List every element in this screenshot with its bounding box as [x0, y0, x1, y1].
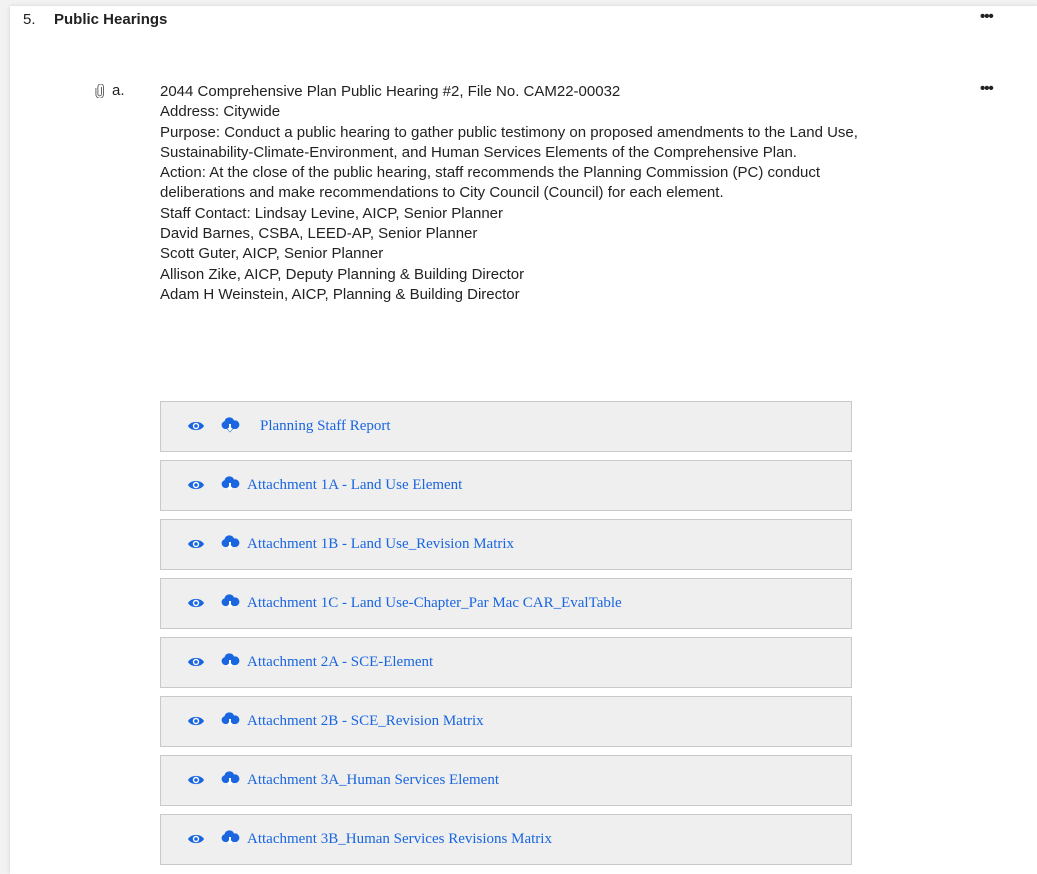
eye-icon[interactable] [187, 832, 205, 846]
cloud-download-icon[interactable] [220, 771, 240, 789]
cloud-download-icon[interactable] [220, 830, 240, 848]
staff-contact: Allison Zike, AICP, Deputy Planning & Bu… [160, 265, 525, 283]
item-action: Action: At the close of the public heari… [160, 164, 821, 202]
eye-icon[interactable] [187, 596, 205, 610]
eye-icon[interactable] [187, 714, 205, 728]
item-address: Address: Citywide [160, 103, 281, 121]
cloud-download-icon[interactable] [220, 476, 240, 494]
staff-contact: Adam H Weinstein, AICP, Planning & Build… [160, 285, 520, 303]
attachment-link[interactable]: Planning Staff Report [260, 418, 391, 435]
cloud-download-icon[interactable] [220, 653, 240, 671]
section-header: 5. Public Hearings [10, 8, 1037, 32]
attachment-row[interactable]: Attachment 1A - Land Use Element [160, 460, 852, 511]
attachment-link[interactable]: Attachment 2B - SCE_Revision Matrix [247, 713, 484, 730]
attachment-link[interactable]: Attachment 1C - Land Use-Chapter_Par Mac… [247, 595, 622, 612]
staff-contact: Scott Guter, AICP, Senior Planner [160, 245, 384, 263]
item-purpose: Purpose: Conduct a public hearing to gat… [160, 123, 858, 161]
attachment-link[interactable]: Attachment 3B_Human Services Revisions M… [247, 831, 552, 848]
section-title: Public Hearings [54, 11, 168, 28]
attachment-link[interactable]: Attachment 1A - Land Use Element [247, 477, 462, 494]
attachment-row[interactable]: Attachment 3B_Human Services Revisions M… [160, 814, 852, 865]
attachment-link[interactable]: Attachment 1B - Land Use_Revision Matrix [247, 536, 514, 553]
paperclip-icon [95, 84, 104, 98]
staff-contact: David Barnes, CSBA, LEED-AP, Senior Plan… [160, 225, 478, 243]
section-number: 5. [23, 11, 36, 28]
cloud-download-icon[interactable] [220, 417, 240, 435]
eye-icon[interactable] [187, 655, 205, 669]
attachment-row[interactable]: Attachment 1C - Land Use-Chapter_Par Mac… [160, 578, 852, 629]
item-letter: a. [112, 82, 125, 99]
eye-icon[interactable] [187, 478, 205, 492]
cloud-download-icon[interactable] [220, 594, 240, 612]
section-more-button[interactable]: ••• [980, 8, 994, 25]
attachment-link[interactable]: Attachment 3A_Human Services Element [247, 772, 499, 789]
item-title: 2044 Comprehensive Plan Public Hearing #… [160, 83, 621, 100]
eye-icon[interactable] [187, 419, 205, 433]
eye-icon[interactable] [187, 773, 205, 787]
cloud-download-icon[interactable] [220, 712, 240, 730]
item-description: 2044 Comprehensive Plan Public Hearing #… [160, 82, 860, 305]
attachment-row[interactable]: Attachment 2A - SCE-Element [160, 637, 852, 688]
attachment-row[interactable]: Attachment 3A_Human Services Element [160, 755, 852, 806]
item-more-button[interactable]: ••• [980, 80, 994, 97]
staff-contact: Staff Contact: Lindsay Levine, AICP, Sen… [160, 204, 503, 222]
attachment-link[interactable]: Attachment 2A - SCE-Element [247, 654, 433, 671]
attachment-row[interactable]: Attachment 1B - Land Use_Revision Matrix [160, 519, 852, 570]
eye-icon[interactable] [187, 537, 205, 551]
attachment-list: Planning Staff Report Attachment 1A - La… [160, 401, 852, 873]
cloud-download-icon[interactable] [220, 535, 240, 553]
attachment-row[interactable]: Planning Staff Report [160, 401, 852, 452]
attachment-row[interactable]: Attachment 2B - SCE_Revision Matrix [160, 696, 852, 747]
agenda-panel: 5. Public Hearings ••• a. 2044 Comprehen… [10, 6, 1037, 874]
